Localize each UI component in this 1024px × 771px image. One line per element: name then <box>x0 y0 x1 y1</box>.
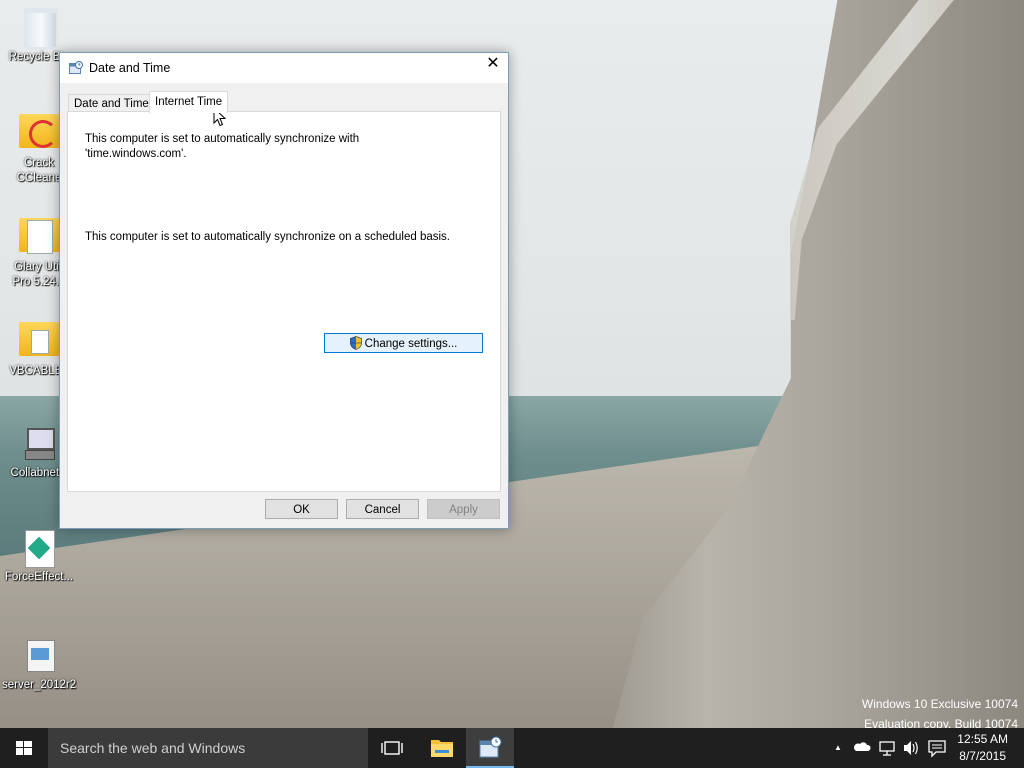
computer-setup-icon <box>19 424 59 464</box>
onedrive-button[interactable] <box>852 728 872 768</box>
date-time-icon <box>69 61 83 74</box>
sync-server-text: This computer is set to automatically sy… <box>85 132 359 162</box>
desktop-icon-forceeffect[interactable]: ForceEffect... <box>2 528 76 585</box>
chevron-up-icon: ▲ <box>834 743 842 752</box>
file-explorer-icon <box>431 740 453 757</box>
cancel-button[interactable]: Cancel <box>346 499 419 519</box>
apply-button[interactable]: Apply <box>427 499 500 519</box>
windows-logo-icon <box>16 741 32 755</box>
watermark-line-1: Windows 10 Exclusive 10074 <box>861 697 1018 711</box>
desktop-icon-label: ForceEffect... <box>4 571 74 583</box>
forceeffect-icon <box>19 528 59 568</box>
close-icon: ✕ <box>486 55 500 72</box>
taskbar: Search the web and Windows ▲ 12:55 AM 8/… <box>0 728 1024 768</box>
seawall-background <box>612 0 1024 728</box>
sync-schedule-text: This computer is set to automatically sy… <box>85 231 450 243</box>
document-folder-icon <box>19 218 59 258</box>
virtual-machine-icon <box>19 636 59 676</box>
uac-shield-icon <box>349 336 362 350</box>
network-button[interactable] <box>876 728 898 768</box>
task-view-icon <box>381 741 403 755</box>
tab-internet-time[interactable]: Internet Time <box>149 91 229 113</box>
sync-text-line-1: This computer is set to automatically sy… <box>85 133 360 145</box>
action-center-button[interactable] <box>926 728 948 768</box>
watermark-line-2: Evaluation copy. Build 10074 <box>864 717 1018 728</box>
show-hidden-icons-button[interactable]: ▲ <box>828 728 848 768</box>
date-time-taskbar-button[interactable] <box>466 728 514 768</box>
file-explorer-button[interactable] <box>418 728 466 768</box>
taskbar-clock[interactable]: 12:55 AM 8/7/2015 <box>957 731 1008 765</box>
desktop-icon-label: server_2012r2 <box>2 679 77 691</box>
clock-time: 12:55 AM <box>957 732 1008 746</box>
change-settings-button[interactable]: Change settings... <box>324 333 483 353</box>
change-settings-label: Change settings... <box>364 338 458 350</box>
windows-watermark: Windows 10 Exclusive 10074 Evaluation co… <box>862 694 1018 728</box>
recycle-bin-icon <box>24 8 58 49</box>
notification-icon <box>928 740 946 758</box>
start-button[interactable] <box>0 728 48 768</box>
dialog-title: Date and Time <box>89 61 171 75</box>
sync-text-line-2: 'time.windows.com'. <box>85 148 187 160</box>
ok-button[interactable]: OK <box>265 499 338 519</box>
desktop-icon-server-2012r2[interactable]: server_2012r2 <box>2 636 76 693</box>
speaker-icon <box>904 741 918 755</box>
clock-date: 8/7/2015 <box>959 749 1006 763</box>
date-time-app-icon <box>479 736 502 758</box>
search-placeholder: Search the web and Windows <box>60 740 246 756</box>
task-view-button[interactable] <box>368 728 416 768</box>
folder-icon <box>19 322 59 362</box>
ccleaner-icon <box>19 114 59 154</box>
cloud-icon <box>853 742 871 751</box>
dialog-titlebar[interactable]: Date and Time ✕ <box>60 53 508 83</box>
volume-button[interactable] <box>900 728 922 768</box>
network-icon <box>879 741 895 756</box>
search-box[interactable]: Search the web and Windows <box>48 728 368 768</box>
internet-time-panel: This computer is set to automatically sy… <box>67 111 501 492</box>
close-button[interactable]: ✕ <box>478 53 508 75</box>
date-and-time-dialog: Date and Time ✕ Date and Time Internet T… <box>59 52 509 529</box>
